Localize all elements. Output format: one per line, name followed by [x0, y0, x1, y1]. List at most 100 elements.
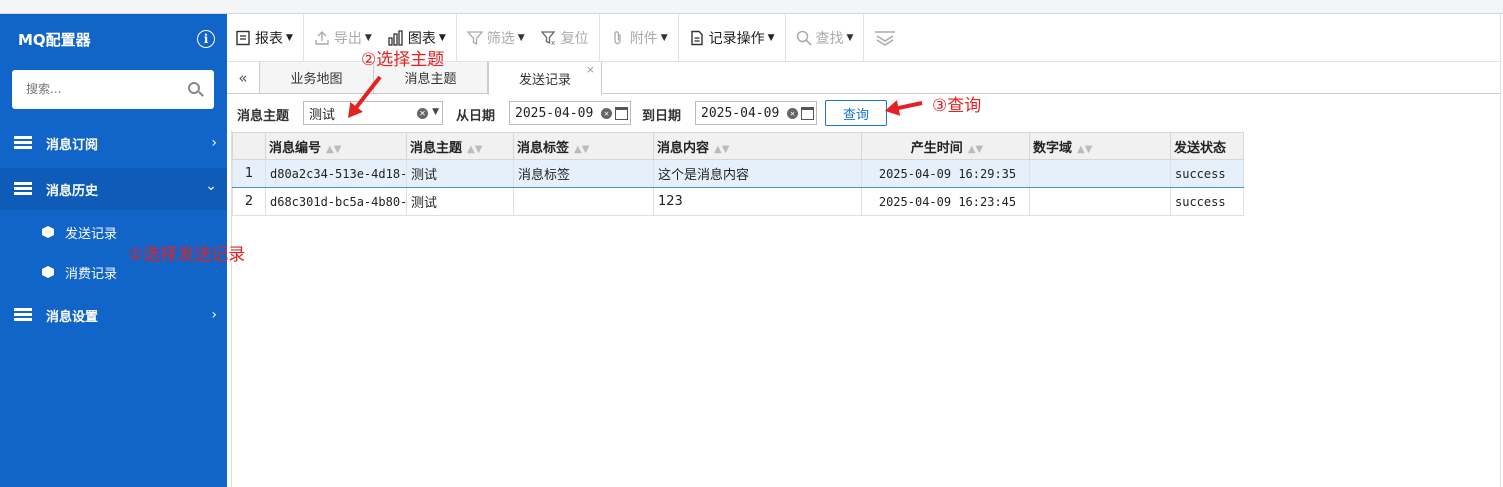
collapse-toolbar-button[interactable] [866, 14, 908, 62]
cell-send-status: success [1170, 187, 1244, 216]
from-date-value: 2025-04-09 [515, 105, 594, 121]
tab-label: 发送记录 [518, 73, 571, 88]
caret-down-icon[interactable]: ▼ [432, 107, 439, 117]
calendar-icon[interactable] [801, 107, 814, 120]
caret-down-icon: ▼ [438, 32, 446, 43]
sidebar-search [12, 70, 214, 109]
upload-icon [314, 30, 330, 46]
cell-message-id: d68c301d-bc5a-4b80- [265, 187, 407, 216]
filter-bar: 消息主题 测试 ✕ ▼ 从日期 2025-04-09 ✕ 到日期 2025-04… [227, 96, 1503, 130]
topic-select[interactable]: 测试 ✕ ▼ [303, 101, 443, 125]
sort-icon: ▲▼ [1077, 143, 1093, 155]
tab-business-map[interactable]: 业务地图 [260, 62, 374, 93]
clear-icon[interactable]: ✕ [601, 108, 612, 119]
close-icon[interactable]: × [586, 63, 595, 76]
toolbar-divider [784, 13, 786, 62]
sort-icon: ▲▼ [467, 143, 483, 155]
table-row[interactable]: 1 d80a2c34-513e-4d18- 测试 消息标签 这个是消息内容 20… [232, 159, 1244, 188]
caret-down-icon: ▼ [767, 32, 775, 43]
toolbar-divider [302, 13, 304, 62]
export-label: 导出 [333, 30, 362, 47]
column-header-message-id[interactable]: 消息编号 ▲▼ [265, 132, 407, 160]
cube-icon [42, 266, 54, 278]
topic-label: 消息主题 [237, 109, 290, 124]
record-ops-button[interactable]: 记录操作 ▼ [681, 14, 783, 62]
cell-number-field [1029, 159, 1171, 188]
cell-time: 2025-04-09 16:29:35 [861, 159, 1030, 188]
caret-down-icon: ▼ [517, 32, 525, 43]
column-header-send-status[interactable]: 发送状态 [1170, 132, 1244, 160]
sort-icon: ▲▼ [967, 143, 984, 155]
column-header-content[interactable]: 消息内容 ▲▼ [653, 132, 862, 160]
cell-topic: 测试 [406, 187, 514, 216]
tab-label: 业务地图 [290, 72, 343, 87]
sidebar-item-message-history[interactable]: 消息历史 ⌄ [0, 168, 227, 210]
report-label: 报表 [255, 30, 283, 47]
to-date-label: 到日期 [642, 109, 682, 124]
sort-icon: ▲▼ [714, 143, 730, 155]
info-icon[interactable]: i [197, 30, 215, 48]
filter-button[interactable]: 筛选 ▼ [459, 14, 533, 62]
records-table: 消息编号 ▲▼ 消息主题 ▲▼ 消息标签 ▲▼ 消息内容 ▲▼ 产生时间 ▲▼ 数字域 ▲▼… [232, 132, 1244, 216]
cell-tag [513, 187, 654, 216]
row-number-header [232, 132, 266, 160]
sidebar-item-label: 消息订阅 [46, 137, 99, 153]
bar-chart-icon [388, 29, 404, 46]
calendar-icon[interactable] [615, 107, 628, 120]
tab-send-records[interactable]: 发送记录 × [488, 62, 602, 95]
annotation-step1: ①选择发送记录 [128, 245, 246, 265]
reset-label: 复位 [560, 30, 589, 47]
caret-down-icon: ▼ [846, 32, 854, 43]
clear-icon[interactable]: ✕ [787, 108, 798, 119]
list-icon [14, 182, 32, 195]
sidebar-item-message-settings[interactable]: 消息设置 › [0, 294, 227, 336]
to-date-input[interactable]: 2025-04-09 ✕ [695, 101, 817, 125]
report-button[interactable]: 报表 ▼ [227, 14, 301, 62]
report-icon [235, 30, 251, 46]
annotation-step3: ③查询 [932, 96, 982, 116]
double-chevron-down-icon [874, 30, 896, 46]
find-button[interactable]: 查找 ▼ [788, 14, 862, 62]
magnifier-icon [796, 30, 812, 46]
cube-icon [42, 226, 54, 238]
column-header-topic[interactable]: 消息主题 ▲▼ [406, 132, 514, 160]
record-ops-label: 记录操作 [708, 30, 765, 47]
table-header-row: 消息编号 ▲▼ 消息主题 ▲▼ 消息标签 ▲▼ 消息内容 ▲▼ 产生时间 ▲▼ 数字域 ▲▼… [232, 132, 1244, 160]
toolbar-divider [863, 13, 865, 62]
caret-down-icon: ▼ [660, 32, 668, 43]
sidebar-item-label: 消息历史 [46, 183, 99, 199]
chevron-right-icon: › [211, 307, 217, 323]
row-number: 2 [232, 187, 266, 216]
sidebar-subitem-label: 消费记录 [65, 266, 118, 282]
paperclip-icon [610, 30, 626, 46]
table-row[interactable]: 2 d68c301d-bc5a-4b80- 测试 123 2025-04-09 … [232, 187, 1244, 216]
find-label: 查找 [815, 30, 844, 47]
column-header-time[interactable]: 产生时间 ▲▼ [861, 132, 1030, 160]
browser-top-strip [0, 0, 1503, 14]
topic-value: 测试 [309, 107, 336, 123]
list-icon [14, 136, 32, 149]
funnel-clear-icon: x [540, 30, 557, 47]
from-date-input[interactable]: 2025-04-09 ✕ [509, 101, 631, 125]
annotation-step2: ②选择主题 [361, 50, 445, 70]
cell-send-status: success [1170, 159, 1244, 188]
reset-button[interactable]: x 复位 [533, 14, 597, 62]
column-header-number-field[interactable]: 数字域 ▲▼ [1029, 132, 1171, 160]
query-button[interactable]: 查询 [825, 100, 887, 126]
attachment-button[interactable]: 附件 ▼ [602, 14, 676, 62]
filter-label: 筛选 [486, 30, 515, 47]
chevron-down-icon: ⌄ [205, 178, 217, 194]
collapse-sidebar-button[interactable]: « [227, 62, 260, 93]
column-header-tag[interactable]: 消息标签 ▲▼ [513, 132, 654, 160]
sidebar-item-message-subscribe[interactable]: 消息订阅 › [0, 122, 227, 164]
from-date-label: 从日期 [456, 109, 496, 124]
chevron-right-icon: › [211, 135, 217, 151]
search-input[interactable] [26, 70, 186, 107]
to-date-value: 2025-04-09 [701, 105, 780, 121]
caret-down-icon: ▼ [364, 32, 372, 43]
list-icon [14, 308, 32, 321]
row-number: 1 [232, 159, 266, 188]
cell-topic: 测试 [406, 159, 514, 188]
clear-icon[interactable]: ✕ [417, 108, 428, 119]
search-icon[interactable] [188, 82, 200, 94]
